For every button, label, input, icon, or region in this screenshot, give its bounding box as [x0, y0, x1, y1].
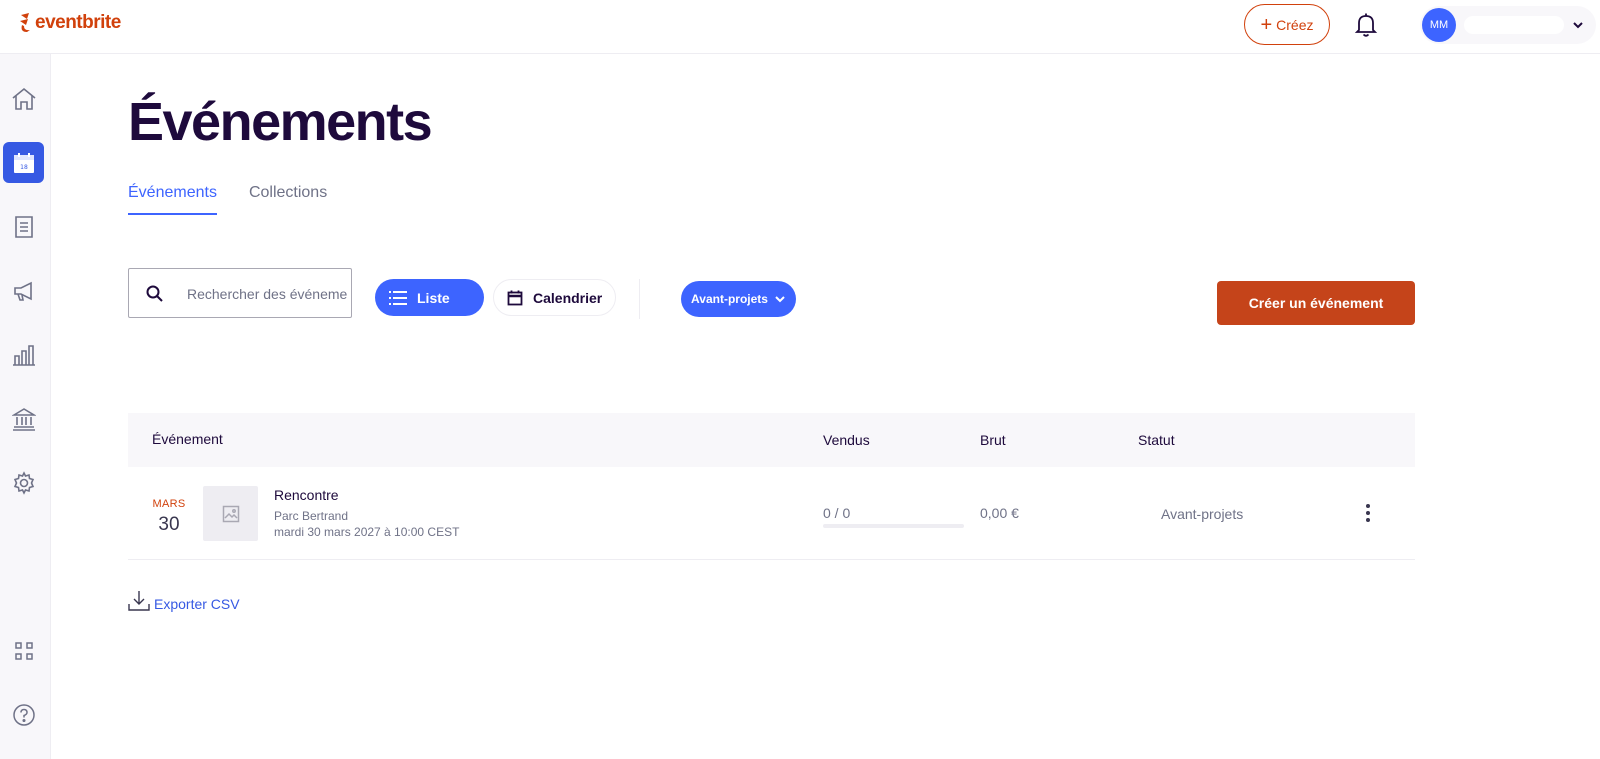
- create-event-button[interactable]: Créer un événement: [1217, 281, 1415, 325]
- sidebar-item-marketing[interactable]: [3, 270, 44, 311]
- sidebar-item-help[interactable]: [3, 694, 44, 735]
- tabs: Événements Collections: [128, 184, 327, 215]
- plus-icon: +: [1260, 13, 1273, 36]
- sold-progress-bar: [823, 524, 964, 528]
- svg-text:18: 18: [20, 164, 28, 171]
- table-header: Événement Vendus Brut Statut: [128, 413, 1415, 467]
- export-csv-label: Exporter CSV: [154, 596, 240, 612]
- list-icon: [389, 290, 407, 305]
- column-header-gross: Brut: [980, 432, 1006, 448]
- user-name-placeholder: [1464, 16, 1564, 34]
- help-icon: [12, 703, 35, 726]
- event-datetime: mardi 30 mars 2027 à 10:00 CEST: [274, 525, 460, 539]
- calendar-icon: 18: [13, 152, 34, 173]
- logo-text: eventbrite: [35, 12, 121, 33]
- bank-icon: [11, 407, 36, 431]
- chevron-down-icon: [775, 296, 785, 303]
- sidebar-item-orders[interactable]: [3, 206, 44, 247]
- chevron-down-icon: [1573, 22, 1583, 29]
- table-row[interactable]: MARS 30 Rencontre Parc Bertrand mardi 30…: [128, 467, 1415, 560]
- sidebar: 18: [0, 54, 51, 759]
- events-table: Événement Vendus Brut Statut MARS 30 Ren…: [128, 413, 1415, 560]
- bar-chart-icon: [12, 344, 35, 366]
- sidebar-item-home[interactable]: [3, 78, 44, 119]
- status-filter-dropdown[interactable]: Avant-projets: [681, 281, 796, 317]
- event-thumbnail: [203, 486, 258, 541]
- toolbar-divider: [639, 279, 640, 319]
- notifications-bell-icon[interactable]: [1354, 12, 1378, 38]
- eventbrite-logo[interactable]: eventbrite: [18, 12, 121, 34]
- search-input[interactable]: [187, 283, 347, 305]
- receipt-icon: [14, 215, 33, 238]
- tab-collections[interactable]: Collections: [249, 184, 327, 215]
- user-menu[interactable]: MM: [1420, 6, 1596, 44]
- sidebar-item-finance[interactable]: [3, 398, 44, 439]
- event-date-month: MARS: [152, 498, 186, 510]
- download-icon: [128, 591, 150, 611]
- page-title: Événements: [128, 92, 433, 152]
- list-view-label: Liste: [417, 289, 450, 306]
- main-content: Événements Événements Collections Liste …: [51, 54, 1600, 759]
- event-venue: Parc Bertrand: [274, 509, 349, 523]
- sidebar-item-settings[interactable]: [3, 462, 44, 503]
- event-title[interactable]: Rencontre: [274, 487, 339, 503]
- sidebar-item-events[interactable]: 18: [3, 142, 44, 183]
- home-icon: [11, 87, 36, 110]
- gross-amount: 0,00 €: [980, 505, 1019, 521]
- more-actions-icon[interactable]: [1358, 501, 1378, 525]
- search-box: [128, 268, 352, 318]
- status-badge: Avant-projets: [1161, 506, 1244, 522]
- sidebar-item-apps[interactable]: [3, 630, 44, 671]
- calendar-view-button[interactable]: Calendrier: [493, 279, 616, 316]
- search-icon: [146, 285, 163, 302]
- column-header-event: Événement: [152, 431, 223, 447]
- eventbrite-logo-icon: [20, 13, 30, 32]
- avatar: MM: [1422, 8, 1456, 42]
- create-button[interactable]: + Créez: [1244, 4, 1330, 45]
- image-placeholder-icon: [222, 505, 239, 522]
- calendar-small-icon: [507, 290, 523, 305]
- tab-events[interactable]: Événements: [128, 184, 217, 215]
- column-header-sold: Vendus: [823, 432, 870, 448]
- tickets-sold: 0 / 0: [823, 505, 851, 521]
- gear-icon: [13, 470, 34, 495]
- status-filter-label: Avant-projets: [691, 292, 768, 306]
- megaphone-icon: [13, 281, 32, 301]
- export-csv-link[interactable]: Exporter CSV: [128, 590, 240, 612]
- create-button-label: Créez: [1276, 16, 1314, 33]
- grid-icon: [14, 641, 33, 660]
- list-view-button[interactable]: Liste: [375, 279, 484, 316]
- column-header-status: Statut: [1138, 432, 1175, 448]
- top-bar: eventbrite + Créez MM: [0, 0, 1600, 54]
- calendar-view-label: Calendrier: [533, 289, 603, 306]
- sidebar-item-reports[interactable]: [3, 334, 44, 375]
- event-date-day: 30: [158, 514, 180, 535]
